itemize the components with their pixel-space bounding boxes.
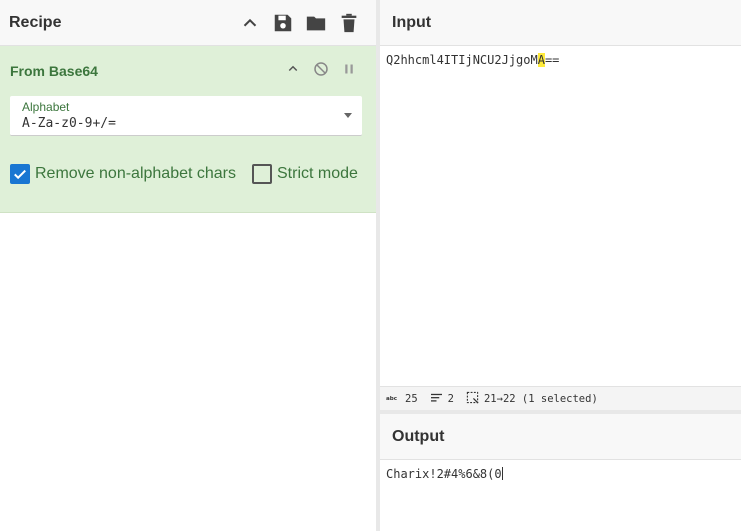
chevron-up-icon[interactable] <box>239 12 261 34</box>
input-status-bar: abc 25 2 21→22 (1 selected) <box>380 386 741 410</box>
selection-value: 21→22 (1 selected) <box>483 392 598 405</box>
lines-icon <box>430 392 443 406</box>
disable-icon[interactable] <box>312 60 330 78</box>
recipe-header: Recipe <box>0 0 376 46</box>
alphabet-select[interactable]: Alphabet A-Za-z0-9+/= <box>10 96 362 136</box>
input-textarea[interactable]: Q2hhcml4ITIjNCU2JjgoMA== <box>380 46 741 74</box>
output-panel: Output Charix!2#4%6&8(0 <box>380 414 741 531</box>
abc-length-icon: abc <box>386 393 400 405</box>
trash-icon[interactable] <box>338 12 360 34</box>
length-value: 25 <box>405 392 418 405</box>
recipe-panel: Recipe From Base64 Alphabet A-Za-z0-9+/=… <box>0 0 376 531</box>
remove-non-alphabet-checkbox[interactable]: Remove non-alphabet chars <box>10 164 236 184</box>
svg-text:abc: abc <box>386 396 397 402</box>
selection-icon <box>466 391 479 407</box>
input-panel: Input Q2hhcml4ITIjNCU2JjgoMA== abc 25 2 … <box>380 0 741 410</box>
checkbox-unchecked-icon[interactable] <box>252 164 272 184</box>
pause-icon[interactable] <box>340 60 358 78</box>
checkbox-checked-icon[interactable] <box>10 164 30 184</box>
output-title: Output <box>392 427 445 445</box>
operation-from-base64[interactable]: From Base64 Alphabet A-Za-z0-9+/= Remove… <box>0 46 376 213</box>
input-header: Input <box>380 0 741 46</box>
recipe-title: Recipe <box>9 13 62 31</box>
folder-icon[interactable] <box>305 12 327 34</box>
remove-non-alphabet-label: Remove non-alphabet chars <box>35 165 237 182</box>
alphabet-label: Alphabet <box>22 100 70 114</box>
chevron-up-icon[interactable] <box>284 60 302 78</box>
lines-value: 2 <box>447 392 454 405</box>
save-icon[interactable] <box>272 12 294 34</box>
input-title: Input <box>392 13 432 31</box>
strict-mode-label: Strict mode <box>277 165 358 182</box>
output-header: Output <box>380 414 741 460</box>
strict-mode-checkbox[interactable]: Strict mode <box>252 164 358 184</box>
selected-text: A <box>537 53 545 67</box>
caret-down-icon[interactable] <box>344 113 352 118</box>
text-cursor <box>501 467 503 480</box>
operation-title: From Base64 <box>10 63 98 79</box>
output-text[interactable]: Charix!2#4%6&8(0 <box>380 460 741 488</box>
alphabet-value: A-Za-z0-9+/= <box>22 116 116 131</box>
